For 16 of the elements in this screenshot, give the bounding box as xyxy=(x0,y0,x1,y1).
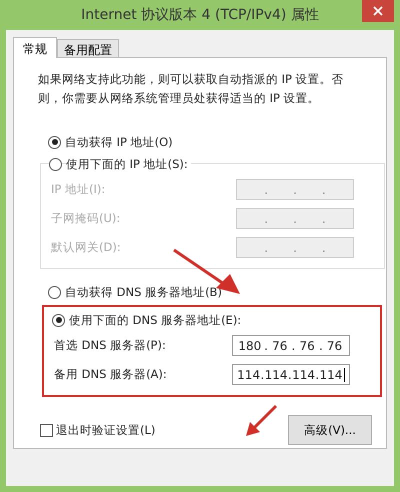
radio-label: 使用下面的 IP 地址(S): xyxy=(66,156,191,172)
radio-label: 自动获得 IP 地址(O) xyxy=(65,134,173,150)
tab[interactable]: 常规 xyxy=(13,37,57,58)
window-title: Internet 协议版本 4 (TCP/IPv4) 属性 xyxy=(81,6,319,24)
field-label: 备用 DNS 服务器(A): xyxy=(54,367,167,382)
field-label: 默认网关(D): xyxy=(51,240,121,255)
field-label: 子网掩码(U): xyxy=(51,211,120,226)
field-label: 首选 DNS 服务器(P): xyxy=(54,338,166,353)
checkbox-label: 退出时验证设置(L) xyxy=(56,422,156,438)
radio-label: 自动获得 DNS 服务器地址(B) xyxy=(65,284,222,300)
ip-address-field[interactable]: 114.114.114.114 xyxy=(232,364,350,385)
ip-address-field[interactable]: 180 . 76 . 76 . 76 xyxy=(232,335,350,356)
tab[interactable]: 备用配置 xyxy=(57,39,119,57)
field-label: IP 地址(I): xyxy=(51,182,106,197)
description-text: 如果网络支持此功能，则可以获取自动指派的 IP 设置。否则，你需要从网络系统管理员处获得适当的 IP 设置。 xyxy=(38,71,345,107)
advanced-button[interactable]: 高级(V)... xyxy=(288,415,372,445)
